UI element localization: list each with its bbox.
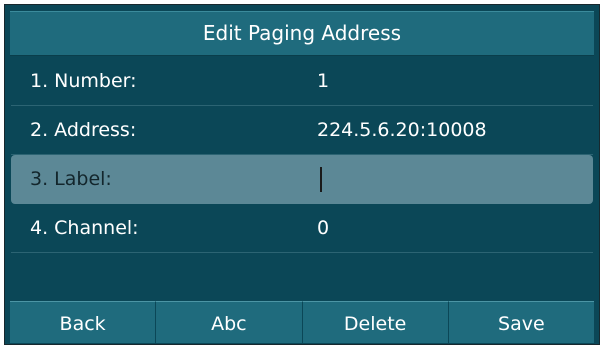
field-value-address[interactable]: 224.5.6.20:10008	[317, 106, 487, 155]
save-softkey[interactable]: Save	[448, 301, 594, 343]
field-row-address[interactable]: 2. Address: 224.5.6.20:10008	[11, 106, 593, 155]
field-value-channel[interactable]: 0	[317, 204, 329, 253]
field-row-label[interactable]: 3. Label:	[11, 155, 593, 204]
field-label-address: 2. Address:	[30, 119, 137, 141]
field-row-channel[interactable]: 4. Channel: 0	[11, 204, 593, 253]
phone-screen: Edit Paging Address 1. Number: 1 2. Addr…	[4, 4, 600, 345]
field-value-number[interactable]: 1	[317, 57, 329, 106]
delete-softkey[interactable]: Delete	[302, 301, 449, 343]
field-label-channel: 4. Channel:	[30, 217, 139, 239]
back-softkey[interactable]: Back	[10, 301, 157, 343]
text-cursor	[320, 167, 322, 192]
field-label-label: 3. Label:	[30, 168, 112, 190]
abc-softkey[interactable]: Abc	[156, 301, 303, 343]
title-bar: Edit Paging Address	[10, 11, 594, 56]
softkey-bar: Back Abc Delete Save	[10, 301, 594, 343]
field-label-number: 1. Number:	[30, 70, 137, 92]
field-row-number[interactable]: 1. Number: 1	[11, 57, 593, 106]
screen-title: Edit Paging Address	[202, 21, 402, 45]
